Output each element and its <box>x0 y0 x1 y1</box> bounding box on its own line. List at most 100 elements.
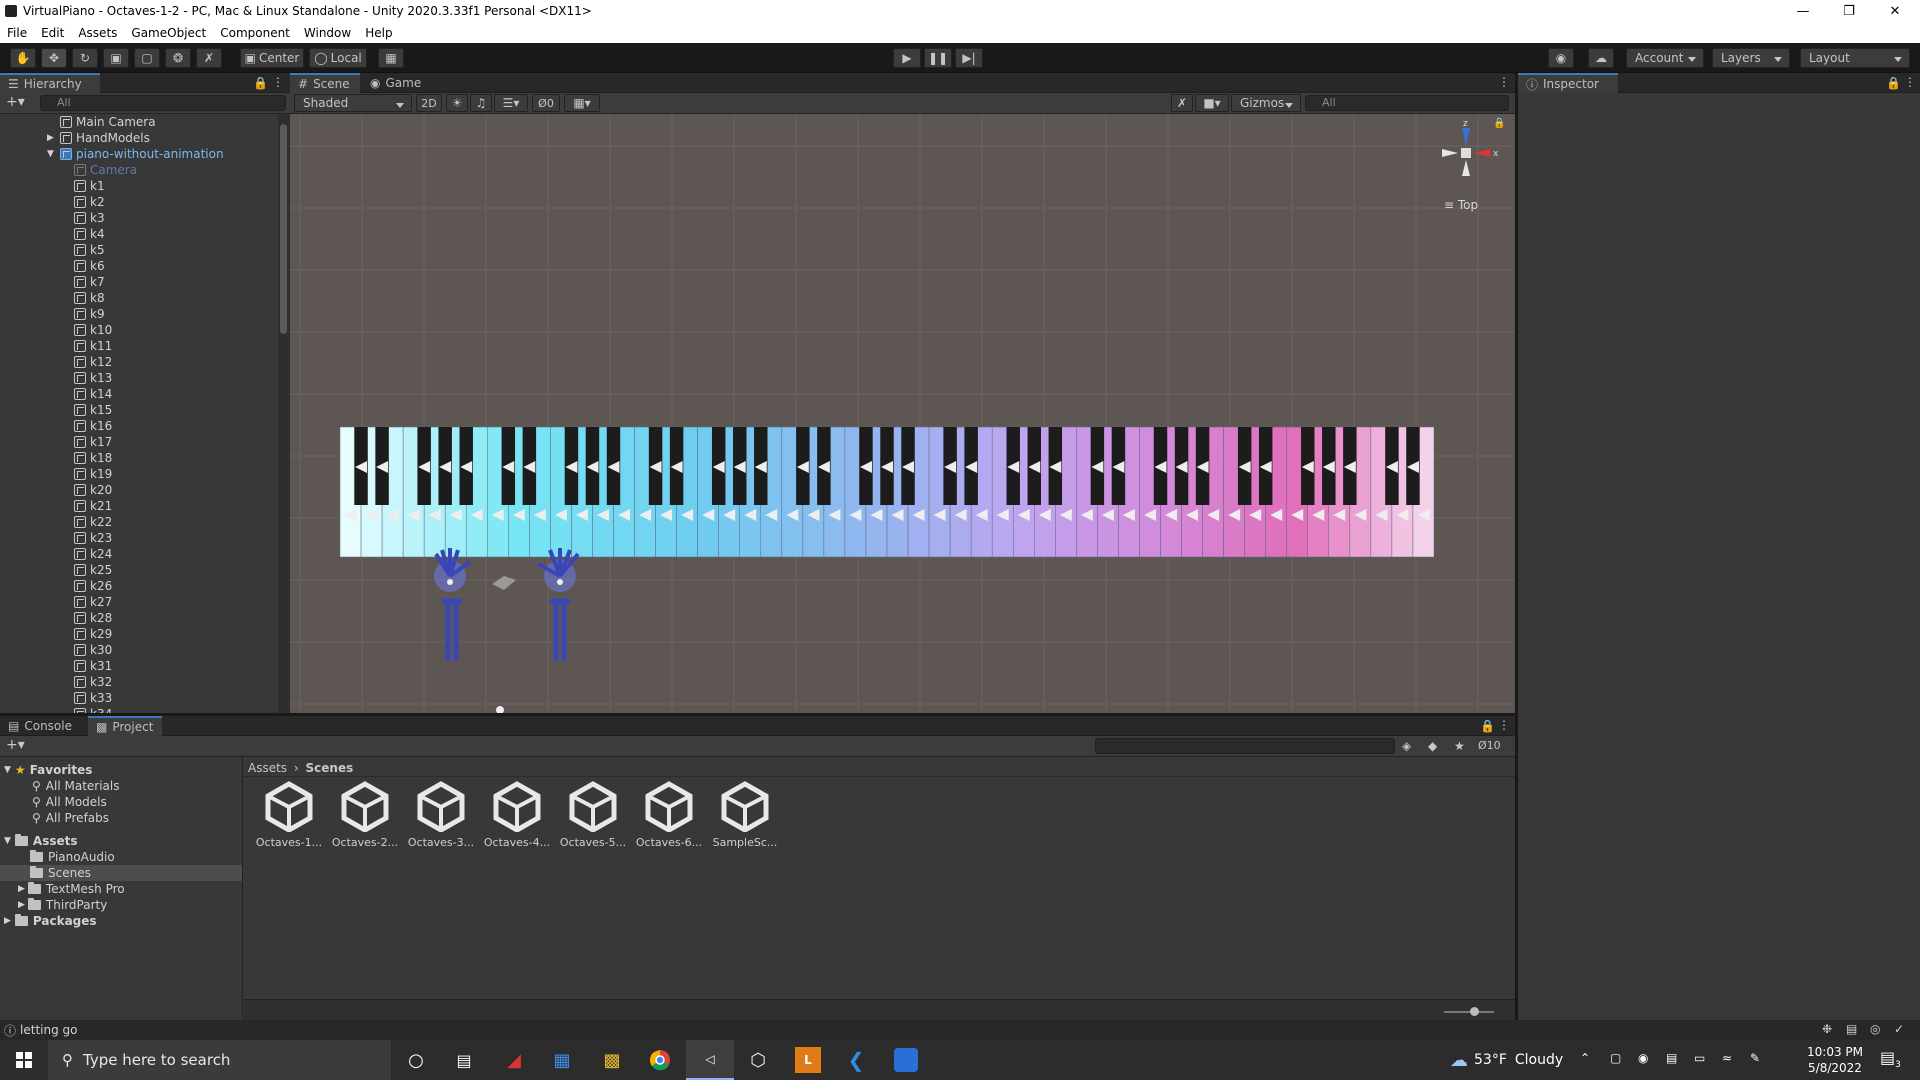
weather-widget[interactable]: ☁ 53°F Cloudy <box>1450 1040 1563 1080</box>
windows-start-icon[interactable] <box>0 1040 48 1080</box>
fav-all-materials[interactable]: ⚲ All Materials <box>32 778 120 794</box>
vscode-icon[interactable]: ❮ <box>832 1040 880 1080</box>
hierarchy-item[interactable]: Camera <box>0 162 137 178</box>
maximize-button[interactable]: ❐ <box>1826 0 1872 22</box>
folder-thirdparty[interactable]: ▶ ThirdParty <box>18 897 107 913</box>
layout-dropdown[interactable]: Layout <box>1800 48 1910 68</box>
kebab-menu-icon[interactable]: ⋮ <box>1498 75 1510 89</box>
chevron-up-icon[interactable]: ⌃ <box>1580 1051 1590 1065</box>
cortana-icon[interactable]: ○ <box>392 1040 440 1080</box>
filter-label-icon[interactable]: ◆ <box>1428 739 1437 753</box>
l-app-icon[interactable]: L <box>784 1040 832 1080</box>
hierarchy-item[interactable]: k27 <box>0 594 112 610</box>
account-dropdown[interactable]: Account <box>1626 48 1704 68</box>
menu-file[interactable]: File <box>0 26 34 40</box>
camera-icon[interactable]: ■▾ <box>1195 94 1229 112</box>
layers-dropdown[interactable]: Layers <box>1712 48 1790 68</box>
hierarchy-item[interactable]: k23 <box>0 530 112 546</box>
hierarchy-item[interactable]: k25 <box>0 562 112 578</box>
hierarchy-item[interactable]: k9 <box>0 306 105 322</box>
gizmo-lock-icon[interactable]: 🔒 <box>1493 118 1505 129</box>
assets-node[interactable]: ▼ Assets <box>4 833 78 849</box>
hierarchy-item[interactable]: k1 <box>0 178 105 194</box>
hand-tool-icon[interactable]: ✋ <box>10 48 36 68</box>
tab-console[interactable]: ▤ Console <box>0 716 78 736</box>
favorites-node[interactable]: ▼ ★ Favorites <box>4 762 92 778</box>
hierarchy-item[interactable]: ▶ HandModels <box>0 130 150 146</box>
project-search-input[interactable] <box>1095 738 1395 754</box>
hierarchy-item[interactable]: ▼ piano-without-animation <box>0 146 224 162</box>
scene-search-input[interactable]: All <box>1305 95 1509 111</box>
breadcrumb-scenes[interactable]: Scenes <box>306 761 354 775</box>
hierarchy-item[interactable]: k13 <box>0 370 112 386</box>
scene-asset[interactable]: Octaves-5... <box>558 780 628 849</box>
shading-mode-dropdown[interactable]: Shaded <box>294 94 412 112</box>
pivot-center-toggle[interactable]: ▣ Center <box>240 48 304 68</box>
folder-scenes[interactable]: Scenes <box>0 865 242 881</box>
hierarchy-item[interactable]: k19 <box>0 466 112 482</box>
pause-button[interactable]: ❚❚ <box>924 48 952 68</box>
2d-toggle[interactable]: 2D <box>416 94 442 112</box>
file-explorer-icon[interactable]: ▩ <box>588 1040 636 1080</box>
network-icon[interactable]: ◎ <box>1870 1022 1880 1036</box>
hierarchy-item[interactable]: k33 <box>0 690 112 706</box>
hierarchy-item[interactable]: k22 <box>0 514 112 530</box>
close-button[interactable]: ✕ <box>1872 0 1918 22</box>
menu-assets[interactable]: Assets <box>71 26 124 40</box>
unity-hub-icon[interactable]: ⬡ <box>734 1040 782 1080</box>
pen-icon[interactable]: ✎ <box>1750 1051 1760 1065</box>
unity-editor-icon[interactable]: ◁ <box>686 1040 734 1080</box>
tab-game[interactable]: ◉ Game <box>362 73 432 93</box>
folder-textmesh-pro[interactable]: ▶ TextMesh Pro <box>18 881 125 897</box>
filter-type-icon[interactable]: ◈ <box>1402 739 1411 753</box>
notifications-icon[interactable]: ▤3 <box>1880 1048 1901 1070</box>
scene-asset[interactable]: Octaves-4... <box>482 780 552 849</box>
hierarchy-item[interactable]: Main Camera <box>0 114 156 130</box>
tab-scene[interactable]: # Scene <box>290 73 360 93</box>
create-plus-icon[interactable]: +▾ <box>6 94 25 110</box>
scene-asset[interactable]: SampleSc... <box>710 780 780 849</box>
expand-arrow-icon[interactable]: ▼ <box>47 149 54 159</box>
chrome-icon[interactable] <box>636 1040 684 1080</box>
minimize-button[interactable]: — <box>1780 0 1826 22</box>
lock-icon[interactable]: 🔒 <box>1886 76 1901 90</box>
hierarchy-item[interactable]: k30 <box>0 642 112 658</box>
tray-app-icon[interactable]: ▢ <box>1610 1051 1621 1065</box>
hierarchy-item[interactable]: k18 <box>0 450 112 466</box>
kebab-menu-icon[interactable]: ⋮ <box>272 75 284 89</box>
tray-display-icon[interactable]: ▤ <box>1666 1051 1677 1065</box>
hierarchy-item[interactable]: k3 <box>0 210 105 226</box>
tray-mcafee-icon[interactable]: ◉ <box>1638 1051 1648 1065</box>
icon-size-slider[interactable] <box>1444 1011 1494 1013</box>
hierarchy-item[interactable]: k6 <box>0 258 105 274</box>
hierarchy-scroll-thumb[interactable] <box>280 124 287 334</box>
wifi-icon[interactable]: ≈ <box>1722 1051 1732 1065</box>
hierarchy-item[interactable]: k21 <box>0 498 112 514</box>
play-button[interactable]: ▶ <box>893 48 921 68</box>
cache-icon[interactable]: ▤ <box>1846 1022 1857 1036</box>
scene-asset[interactable]: Octaves-1... <box>254 780 324 849</box>
step-button[interactable]: ▶| <box>955 48 983 68</box>
favorite-star-icon[interactable]: ★ <box>1454 739 1465 753</box>
hierarchy-item[interactable]: k34 <box>0 706 112 713</box>
hidden-packages-toggle[interactable]: Ø10 <box>1478 739 1501 752</box>
hierarchy-item[interactable]: k29 <box>0 626 112 642</box>
store-icon[interactable]: ▦ <box>538 1040 586 1080</box>
hierarchy-item[interactable]: k8 <box>0 290 105 306</box>
cloud-icon[interactable]: ☁ <box>1588 48 1614 68</box>
rotate-tool-icon[interactable]: ↻ <box>72 48 98 68</box>
packages-node[interactable]: ▶ Packages <box>4 913 97 929</box>
status-message[interactable]: letting go <box>20 1023 77 1037</box>
clock[interactable]: 10:03 PM 5/8/2022 <box>1800 1044 1870 1076</box>
menu-component[interactable]: Component <box>213 26 297 40</box>
menu-gameobject[interactable]: GameObject <box>124 26 213 40</box>
tab-hierarchy[interactable]: ☰ Hierarchy <box>0 73 100 93</box>
hierarchy-item[interactable]: k31 <box>0 658 112 674</box>
scene-viewport[interactable]: z x 🔒 ≡ Top <box>290 114 1515 713</box>
audio-icon[interactable]: ♫ <box>470 94 492 112</box>
hierarchy-item[interactable]: k11 <box>0 338 112 354</box>
tab-project[interactable]: ▩ Project <box>88 716 162 736</box>
tab-inspector[interactable]: ⓘ Inspector <box>1518 73 1618 93</box>
icon-size-slider-thumb[interactable] <box>1470 1007 1479 1016</box>
transform-tool-icon[interactable]: ❂ <box>165 48 191 68</box>
